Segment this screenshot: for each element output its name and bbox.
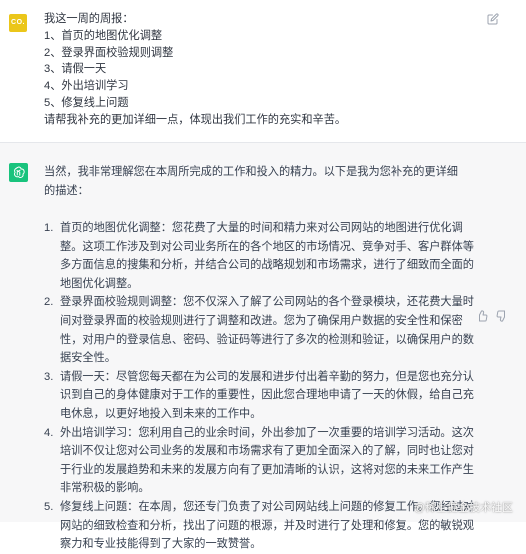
assistant-intro: 当然，我非常理解您在本周所完成的工作和投入的精力。以下是我为您补充的更详细的描述…	[44, 166, 458, 197]
user-line: 5、修复线上问题	[44, 96, 129, 109]
user-message: CO. 我这一周的周报： 1、首页的地图优化调整 2、登录界面校验规则调整 3、…	[0, 0, 526, 143]
list-item: 4. 外出培训学习：您利用自己的业余时间，外出参加了一次重要的培训学习活动。这次…	[44, 424, 484, 498]
list-number: 4.	[44, 426, 54, 439]
list-number: 3.	[44, 370, 54, 383]
list-item-text: 修复线上问题：在本周，您还专门负责了对公司网站线上问题的修复工作。您经过对网站的…	[60, 500, 474, 551]
list-item-text: 首页的地图优化调整：您花费了大量的时间和精力来对公司网站的地图进行优化调整。这项…	[60, 222, 474, 290]
user-message-text: 我这一周的周报： 1、首页的地图优化调整 2、登录界面校验规则调整 3、请假一天…	[44, 11, 346, 129]
list-item-text: 请假一天：尽管您每天都在为公司的发展和进步付出着辛勤的努力，但是您也充分认识到自…	[60, 370, 474, 420]
user-avatar: CO.	[9, 14, 27, 32]
edit-icon[interactable]	[487, 12, 499, 25]
user-line: 3、请假一天	[44, 63, 107, 76]
watermark-text: @稀土掘金技术社区	[413, 502, 513, 514]
list-item: 2. 登录界面校验规则调整：您不仅深入了解了公司网站的各个登录模块，还花费大量时…	[44, 293, 484, 367]
list-number: 5.	[44, 500, 54, 513]
watermark: @稀土掘金技术社区	[414, 499, 513, 515]
list-item: 3. 请假一天：尽管您每天都在为公司的发展和进步付出着辛勤的努力，但是您也充分认…	[44, 368, 484, 424]
thumb-down-icon[interactable]	[496, 309, 508, 322]
user-line: 4、外出培训学习	[44, 80, 129, 93]
list-number: 1.	[44, 222, 54, 234]
user-line: 请帮我补充的更加详细一点，体现出我们工作的充实和辛苦。	[44, 113, 347, 126]
list-item-text: 外出培训学习：您利用自己的业余时间，外出参加了一次重要的培训学习活动。这次培训不…	[60, 426, 474, 495]
list-number: 2.	[44, 296, 54, 309]
user-line: 我这一周的周报：	[44, 13, 134, 25]
list-item-text: 登录界面校验规则调整：您不仅深入了解了公司网站的各个登录模块，还花费大量时间对登…	[60, 296, 474, 365]
assistant-message: 当然，我非常理解您在本周所完成的工作和投入的精力。以下是我为您补充的更详细的描述…	[0, 143, 526, 550]
user-line: 1、首页的地图优化调整	[44, 29, 163, 42]
thumb-up-icon[interactable]	[476, 309, 488, 322]
openai-logo-icon	[9, 163, 28, 182]
user-line: 2、登录界面校验规则调整	[44, 46, 174, 59]
list-item: 1. 首页的地图优化调整：您花费了大量的时间和精力来对公司网站的地图进行优化调整…	[44, 219, 484, 293]
